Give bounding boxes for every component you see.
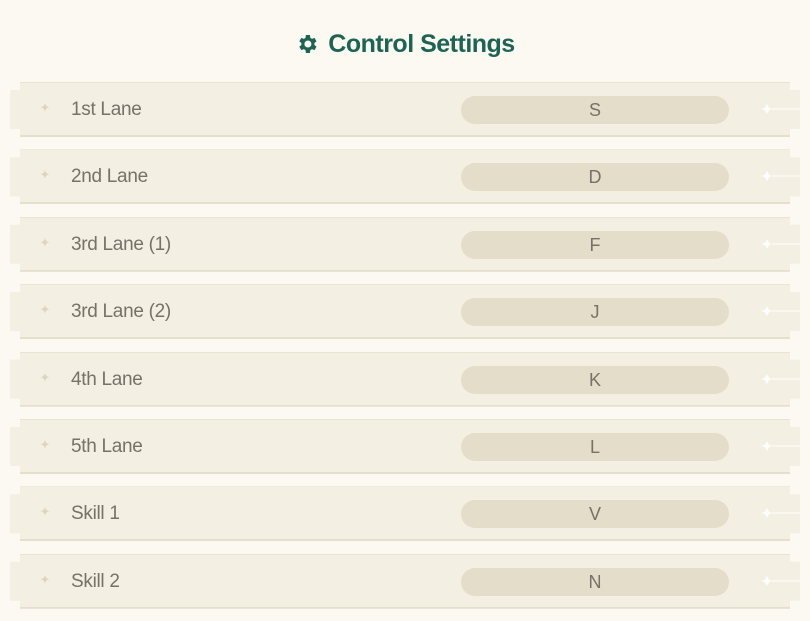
- sparkle-line-icon: [755, 370, 800, 388]
- control-label: Skill 2: [71, 570, 120, 592]
- control-label: 4th Lane: [71, 368, 143, 390]
- control-settings-list: ✦ 1st Lane S ✦ 2nd Lane D ✦ 3rd Lane (1)…: [10, 82, 810, 621]
- control-label: 3rd Lane (2): [71, 301, 171, 323]
- control-label: 2nd Lane: [71, 166, 148, 188]
- sparkle-line-icon: [755, 437, 800, 455]
- control-row-4th-lane[interactable]: ✦ 4th Lane K: [10, 351, 800, 407]
- sparkle-line-icon: [755, 302, 800, 320]
- control-label: 3rd Lane (1): [71, 233, 171, 255]
- sparkle-line-icon: [755, 235, 800, 253]
- key-binding-button[interactable]: D: [461, 163, 729, 192]
- sparkle-line-icon: [755, 572, 800, 590]
- control-label: 1st Lane: [71, 99, 142, 120]
- control-label: Skill 1: [71, 503, 120, 525]
- key-binding-button[interactable]: K: [461, 365, 729, 394]
- sparkle-icon: ✦: [39, 167, 51, 183]
- sparkle-icon: ✦: [39, 302, 51, 318]
- key-binding-button[interactable]: V: [461, 500, 729, 529]
- key-binding-button[interactable]: N: [461, 567, 729, 596]
- gear-icon: [295, 32, 319, 56]
- sparkle-icon: ✦: [39, 571, 51, 587]
- sparkle-icon: ✦: [39, 100, 51, 115]
- key-binding-button[interactable]: S: [461, 96, 729, 124]
- control-row-3rd-lane-2[interactable]: ✦ 3rd Lane (2) J: [10, 284, 800, 340]
- page-title: Control Settings: [0, 27, 810, 61]
- key-binding-button[interactable]: J: [461, 298, 729, 327]
- control-row-3rd-lane-1[interactable]: ✦ 3rd Lane (1) F: [10, 216, 800, 272]
- sparkle-icon: ✦: [39, 504, 51, 520]
- sparkle-icon: ✦: [39, 234, 51, 250]
- control-row-5th-lane[interactable]: ✦ 5th Lane L: [10, 418, 800, 474]
- sparkle-icon: ✦: [39, 369, 51, 385]
- control-row-skill-1[interactable]: ✦ Skill 1 V: [10, 486, 800, 542]
- sparkle-line-icon: [755, 167, 800, 185]
- control-row-1st-lane[interactable]: ✦ 1st Lane S: [10, 82, 800, 137]
- control-row-skill-2[interactable]: ✦ Skill 2 N: [10, 553, 800, 609]
- key-binding-button[interactable]: F: [461, 230, 729, 259]
- control-row-2nd-lane[interactable]: ✦ 2nd Lane D: [10, 149, 800, 205]
- control-label: 5th Lane: [71, 435, 143, 457]
- page-title-text: Control Settings: [328, 29, 515, 58]
- sparkle-line-icon: [755, 504, 800, 522]
- sparkle-icon: ✦: [39, 436, 51, 452]
- sparkle-line-icon: [755, 100, 800, 118]
- key-binding-button[interactable]: L: [461, 432, 729, 461]
